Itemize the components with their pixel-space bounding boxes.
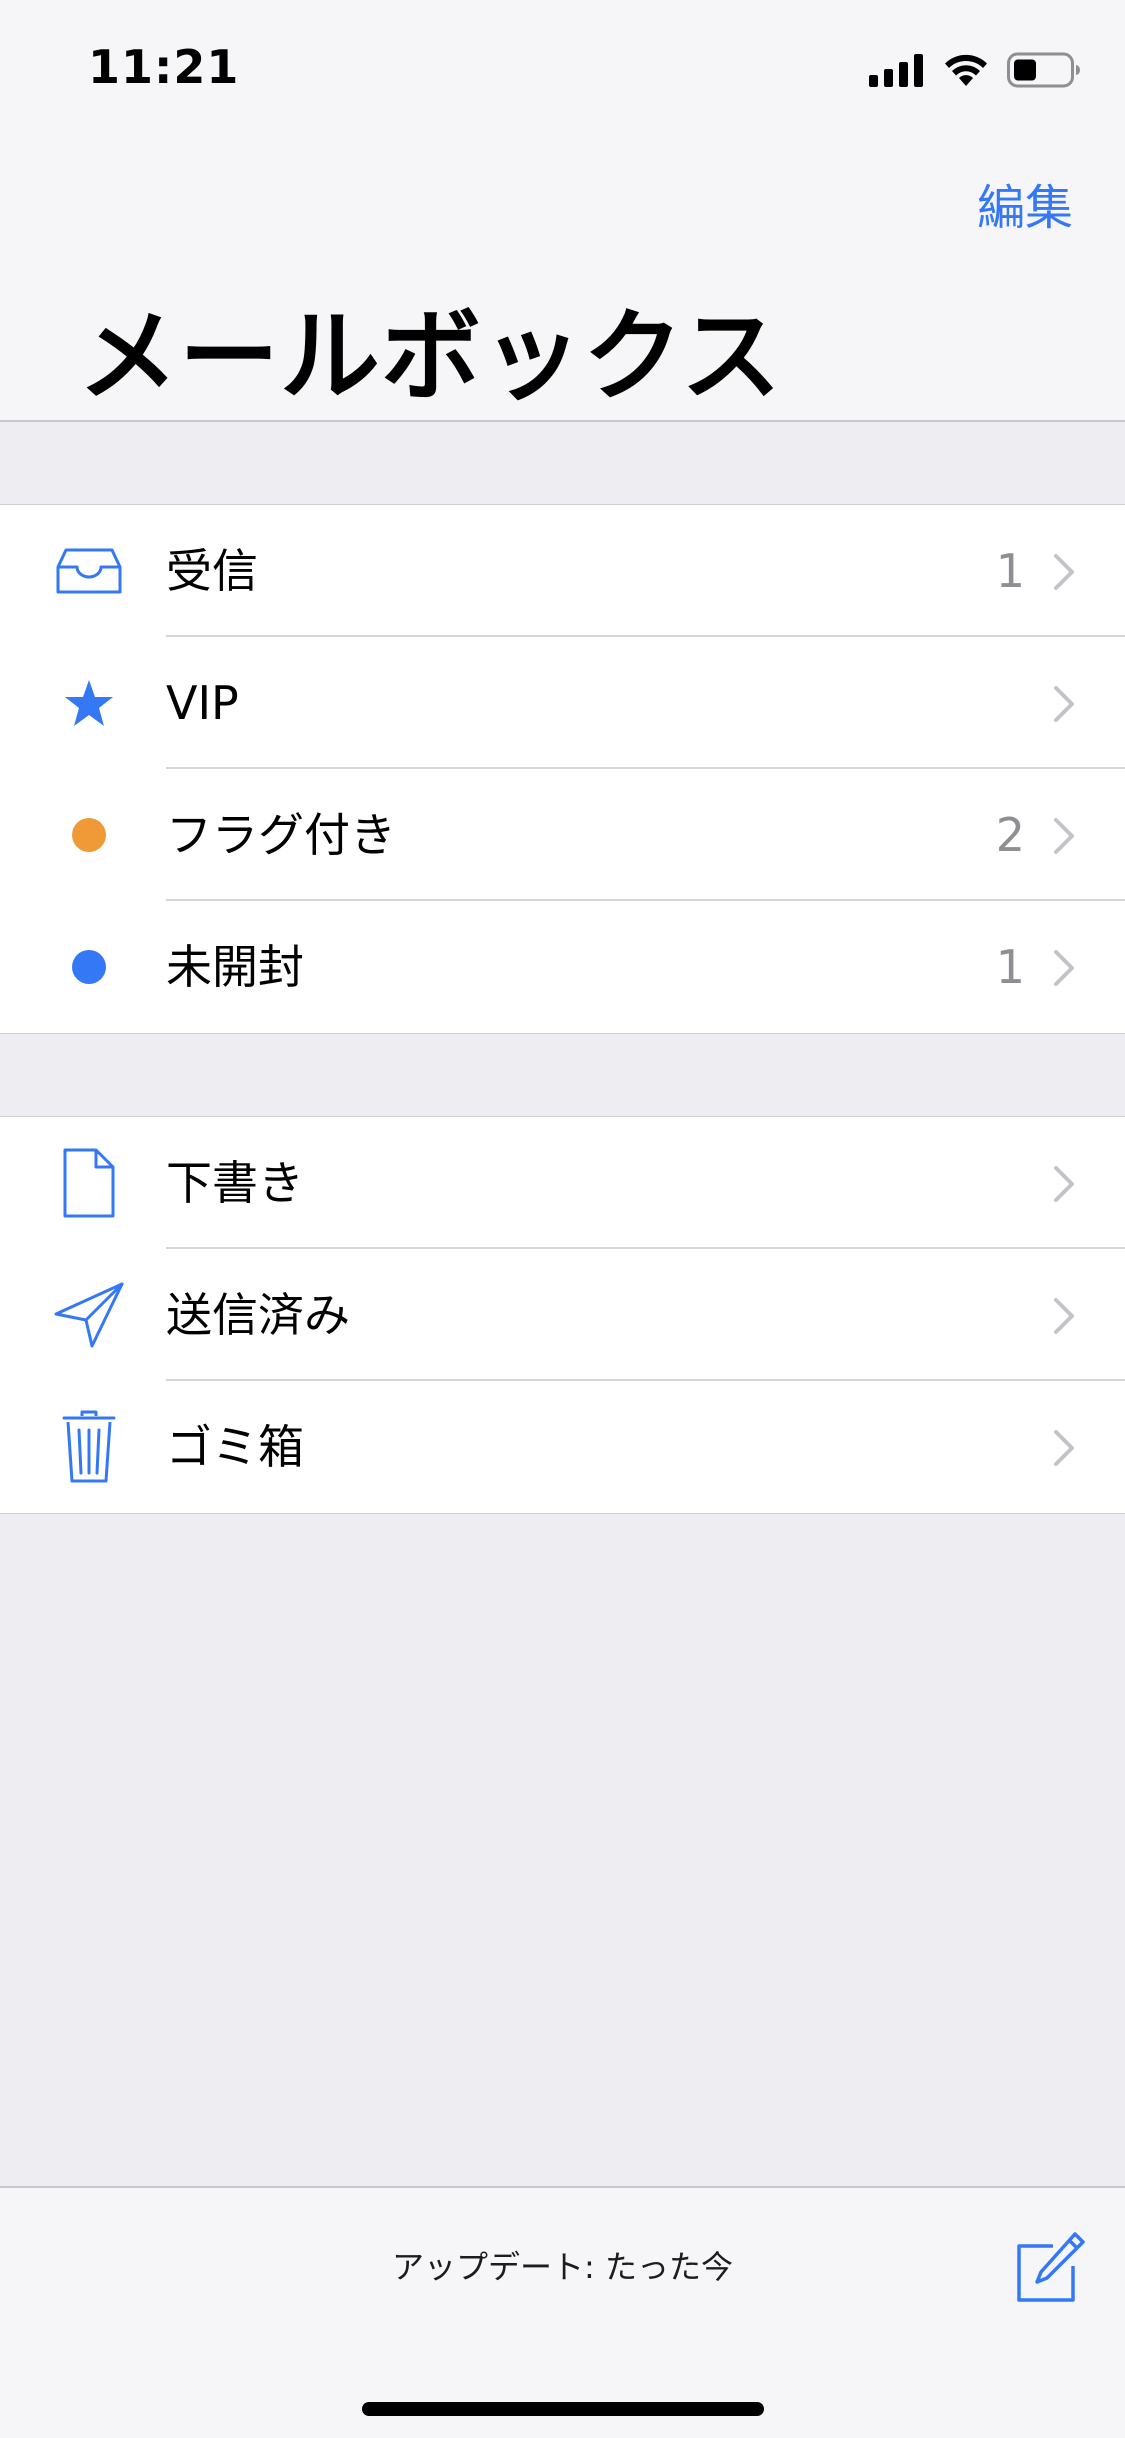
paper-plane-icon (50, 1279, 128, 1351)
mailbox-label: フラグ付き (166, 808, 396, 862)
unread-dot-icon (50, 931, 128, 1003)
page-title: メールボックス (78, 298, 782, 415)
chevron-right-icon (1054, 1166, 1074, 1202)
mailbox-section-account: 下書き 送信済み ゴミ箱 (0, 1116, 1125, 1514)
mail-screen: 11:21 編集 メールボックス 受信 1 VIP フラグ付き 2 未開封 1 … (0, 0, 1125, 2438)
document-icon (50, 1147, 128, 1219)
status-bar: 11:21 (0, 0, 1125, 140)
battery-icon (1007, 52, 1080, 88)
chevron-right-icon (1054, 818, 1074, 854)
mailbox-label: 送信済み (166, 1288, 350, 1342)
update-status: アップデート: たった今 (392, 2248, 733, 2286)
mailbox-section-primary: 受信 1 VIP フラグ付き 2 未開封 1 (0, 504, 1125, 1034)
star-icon (50, 667, 128, 739)
mailbox-row-flagged[interactable]: フラグ付き 2 (0, 769, 1125, 901)
inbox-icon (50, 535, 128, 607)
mailbox-label: ゴミ箱 (166, 1420, 304, 1474)
cellular-signal-icon (869, 54, 923, 87)
mailbox-row-sent[interactable]: 送信済み (0, 1249, 1125, 1381)
trash-icon (50, 1410, 128, 1483)
compose-icon[interactable] (1013, 2232, 1085, 2304)
mailbox-label: 受信 (166, 544, 258, 598)
chevron-right-icon (1054, 1298, 1074, 1334)
flag-dot-icon (50, 799, 128, 871)
wifi-icon (945, 54, 987, 86)
unread-count: 1 (995, 544, 1025, 598)
home-indicator[interactable] (362, 2402, 764, 2416)
status-time: 11:21 (88, 40, 240, 94)
mailbox-row-trash[interactable]: ゴミ箱 (0, 1381, 1125, 1513)
mailbox-row-unread[interactable]: 未開封 1 (0, 901, 1125, 1033)
chevron-right-icon (1054, 686, 1074, 722)
mailbox-label: 未開封 (166, 940, 304, 994)
chevron-right-icon (1054, 554, 1074, 590)
status-icons (869, 48, 1081, 92)
chevron-right-icon (1054, 1430, 1074, 1466)
nav-header: 編集 メールボックス (0, 140, 1125, 422)
unread-count: 1 (995, 940, 1025, 994)
mailbox-row-inbox[interactable]: 受信 1 (0, 505, 1125, 637)
mailbox-label: 下書き (166, 1156, 304, 1210)
unread-count: 2 (995, 808, 1025, 862)
bottom-toolbar: アップデート: たった今 (0, 2186, 1125, 2438)
chevron-right-icon (1054, 950, 1074, 986)
mailbox-row-vip[interactable]: VIP (0, 637, 1125, 769)
edit-button[interactable]: 編集 (977, 168, 1073, 238)
mailbox-label: VIP (166, 676, 239, 730)
mailbox-row-drafts[interactable]: 下書き (0, 1117, 1125, 1249)
